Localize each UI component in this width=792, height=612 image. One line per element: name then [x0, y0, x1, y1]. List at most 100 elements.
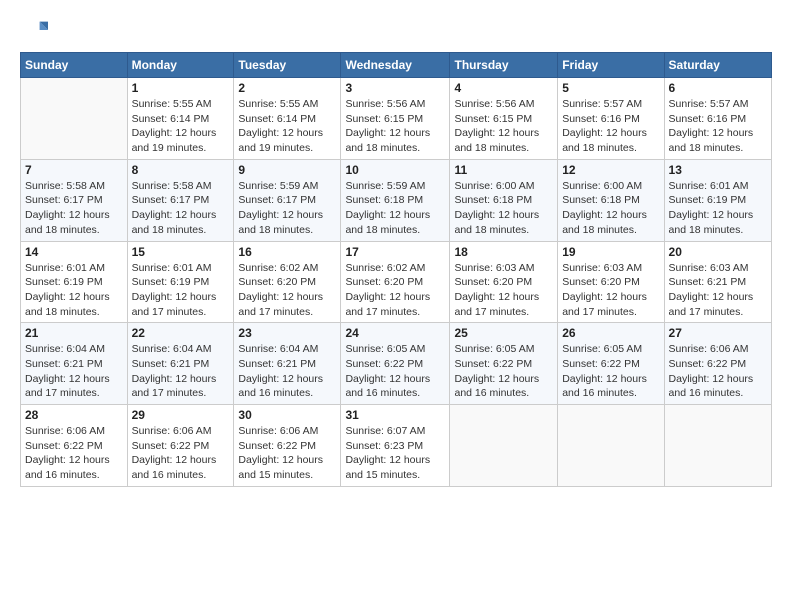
day-number: 28	[25, 408, 123, 422]
day-info: Sunrise: 5:58 AMSunset: 6:17 PMDaylight:…	[132, 179, 230, 238]
day-number: 6	[669, 81, 767, 95]
calendar-cell: 11Sunrise: 6:00 AMSunset: 6:18 PMDayligh…	[450, 159, 558, 241]
day-number: 29	[132, 408, 230, 422]
day-info: Sunrise: 5:57 AMSunset: 6:16 PMDaylight:…	[669, 97, 767, 156]
day-number: 9	[238, 163, 336, 177]
logo	[20, 16, 52, 44]
day-number: 20	[669, 245, 767, 259]
calendar-cell: 30 Sunrise: 6:06 AMSunset: 6:22 PMDayligh…	[234, 405, 341, 487]
day-info: Sunrise: 5:55 AMSunset: 6:14 PMDaylight:…	[132, 97, 230, 156]
day-info: Sunrise: 6:06 AMSunset: 6:22 PMDaylight:…	[132, 424, 230, 483]
calendar-cell: 4Sunrise: 5:56 AMSunset: 6:15 PMDaylight…	[450, 78, 558, 160]
day-number: 12	[562, 163, 659, 177]
weekday-header-sunday: Sunday	[21, 53, 128, 78]
day-info: Sunrise: 6:05 AMSunset: 6:22 PMDaylight:…	[454, 342, 553, 401]
day-number: 11	[454, 163, 553, 177]
day-number: 25	[454, 326, 553, 340]
calendar-cell: 5 Sunrise: 5:57 AMSunset: 6:16 PMDaylight…	[558, 78, 664, 160]
day-number: 31	[345, 408, 445, 422]
day-info: Sunrise: 6:00 AMSunset: 6:18 PMDaylight:…	[562, 179, 659, 238]
day-info: Sunrise: 6:05 AMSunset: 6:22 PMDaylight:…	[345, 342, 445, 401]
header	[20, 16, 772, 44]
day-info: Sunrise: 5:55 AMSunset: 6:14 PMDaylight:…	[238, 97, 336, 156]
calendar-body: 1 Sunrise: 5:55 AMSunset: 6:14 PMDaylight…	[21, 78, 772, 487]
calendar-cell: 26 Sunrise: 6:05 AMSunset: 6:22 PMDayligh…	[558, 323, 664, 405]
calendar-cell: 20 Sunrise: 6:03 AMSunset: 6:21 PMDayligh…	[664, 241, 771, 323]
day-number: 24	[345, 326, 445, 340]
calendar-cell: 12 Sunrise: 6:00 AMSunset: 6:18 PMDayligh…	[558, 159, 664, 241]
calendar-week-row: 21 Sunrise: 6:04 AMSunset: 6:21 PMDayligh…	[21, 323, 772, 405]
calendar-cell: 16 Sunrise: 6:02 AMSunset: 6:20 PMDayligh…	[234, 241, 341, 323]
day-number: 1	[132, 81, 230, 95]
day-info: Sunrise: 6:06 AMSunset: 6:22 PMDaylight:…	[238, 424, 336, 483]
day-info: Sunrise: 6:03 AMSunset: 6:20 PMDaylight:…	[454, 261, 553, 320]
day-number: 3	[345, 81, 445, 95]
day-info: Sunrise: 6:04 AMSunset: 6:21 PMDaylight:…	[238, 342, 336, 401]
day-info: Sunrise: 6:05 AMSunset: 6:22 PMDaylight:…	[562, 342, 659, 401]
calendar-cell: 17 Sunrise: 6:02 AMSunset: 6:20 PMDayligh…	[341, 241, 450, 323]
day-number: 30	[238, 408, 336, 422]
calendar-cell	[664, 405, 771, 487]
calendar-cell: 10 Sunrise: 5:59 AMSunset: 6:18 PMDayligh…	[341, 159, 450, 241]
day-info: Sunrise: 5:56 AMSunset: 6:15 PMDaylight:…	[345, 97, 445, 156]
day-number: 21	[25, 326, 123, 340]
calendar-cell: 23 Sunrise: 6:04 AMSunset: 6:21 PMDayligh…	[234, 323, 341, 405]
day-number: 26	[562, 326, 659, 340]
calendar-cell: 31Sunrise: 6:07 AMSunset: 6:23 PMDayligh…	[341, 405, 450, 487]
day-number: 23	[238, 326, 336, 340]
weekday-header-row: SundayMondayTuesdayWednesdayThursdayFrid…	[21, 53, 772, 78]
day-number: 5	[562, 81, 659, 95]
weekday-header-thursday: Thursday	[450, 53, 558, 78]
day-info: Sunrise: 6:02 AMSunset: 6:20 PMDaylight:…	[345, 261, 445, 320]
calendar-cell: 2 Sunrise: 5:55 AMSunset: 6:14 PMDaylight…	[234, 78, 341, 160]
day-number: 10	[345, 163, 445, 177]
day-number: 17	[345, 245, 445, 259]
calendar-cell: 13Sunrise: 6:01 AMSunset: 6:19 PMDayligh…	[664, 159, 771, 241]
calendar-week-row: 14Sunrise: 6:01 AMSunset: 6:19 PMDayligh…	[21, 241, 772, 323]
calendar-cell: 14Sunrise: 6:01 AMSunset: 6:19 PMDayligh…	[21, 241, 128, 323]
day-info: Sunrise: 6:06 AMSunset: 6:22 PMDaylight:…	[669, 342, 767, 401]
calendar-cell	[558, 405, 664, 487]
day-number: 2	[238, 81, 336, 95]
day-number: 22	[132, 326, 230, 340]
calendar-header: SundayMondayTuesdayWednesdayThursdayFrid…	[21, 53, 772, 78]
calendar-cell: 21 Sunrise: 6:04 AMSunset: 6:21 PMDayligh…	[21, 323, 128, 405]
day-number: 7	[25, 163, 123, 177]
weekday-header-monday: Monday	[127, 53, 234, 78]
day-info: Sunrise: 5:57 AMSunset: 6:16 PMDaylight:…	[562, 97, 659, 156]
calendar-cell: 24 Sunrise: 6:05 AMSunset: 6:22 PMDayligh…	[341, 323, 450, 405]
day-info: Sunrise: 5:58 AMSunset: 6:17 PMDaylight:…	[25, 179, 123, 238]
calendar-cell: 28 Sunrise: 6:06 AMSunset: 6:22 PMDayligh…	[21, 405, 128, 487]
weekday-header-tuesday: Tuesday	[234, 53, 341, 78]
day-info: Sunrise: 5:56 AMSunset: 6:15 PMDaylight:…	[454, 97, 553, 156]
day-info: Sunrise: 5:59 AMSunset: 6:18 PMDaylight:…	[345, 179, 445, 238]
day-number: 15	[132, 245, 230, 259]
day-number: 14	[25, 245, 123, 259]
calendar-cell	[450, 405, 558, 487]
day-info: Sunrise: 6:01 AMSunset: 6:19 PMDaylight:…	[669, 179, 767, 238]
day-number: 19	[562, 245, 659, 259]
day-number: 8	[132, 163, 230, 177]
logo-icon	[20, 16, 48, 44]
calendar-cell: 1 Sunrise: 5:55 AMSunset: 6:14 PMDaylight…	[127, 78, 234, 160]
calendar-cell: 7 Sunrise: 5:58 AMSunset: 6:17 PMDaylight…	[21, 159, 128, 241]
day-info: Sunrise: 6:03 AMSunset: 6:21 PMDaylight:…	[669, 261, 767, 320]
calendar-cell: 18Sunrise: 6:03 AMSunset: 6:20 PMDayligh…	[450, 241, 558, 323]
calendar-cell: 9Sunrise: 5:59 AMSunset: 6:17 PMDaylight…	[234, 159, 341, 241]
calendar-cell	[21, 78, 128, 160]
calendar-cell: 22 Sunrise: 6:04 AMSunset: 6:21 PMDayligh…	[127, 323, 234, 405]
day-info: Sunrise: 6:06 AMSunset: 6:22 PMDaylight:…	[25, 424, 123, 483]
weekday-header-friday: Friday	[558, 53, 664, 78]
calendar-cell: 29 Sunrise: 6:06 AMSunset: 6:22 PMDayligh…	[127, 405, 234, 487]
day-info: Sunrise: 6:02 AMSunset: 6:20 PMDaylight:…	[238, 261, 336, 320]
day-info: Sunrise: 6:04 AMSunset: 6:21 PMDaylight:…	[25, 342, 123, 401]
calendar-cell: 3 Sunrise: 5:56 AMSunset: 6:15 PMDaylight…	[341, 78, 450, 160]
page: SundayMondayTuesdayWednesdayThursdayFrid…	[0, 0, 792, 612]
calendar-cell: 19Sunrise: 6:03 AMSunset: 6:20 PMDayligh…	[558, 241, 664, 323]
calendar-week-row: 1 Sunrise: 5:55 AMSunset: 6:14 PMDaylight…	[21, 78, 772, 160]
calendar-table: SundayMondayTuesdayWednesdayThursdayFrid…	[20, 52, 772, 487]
weekday-header-wednesday: Wednesday	[341, 53, 450, 78]
day-number: 16	[238, 245, 336, 259]
calendar-week-row: 28 Sunrise: 6:06 AMSunset: 6:22 PMDayligh…	[21, 405, 772, 487]
day-info: Sunrise: 6:04 AMSunset: 6:21 PMDaylight:…	[132, 342, 230, 401]
